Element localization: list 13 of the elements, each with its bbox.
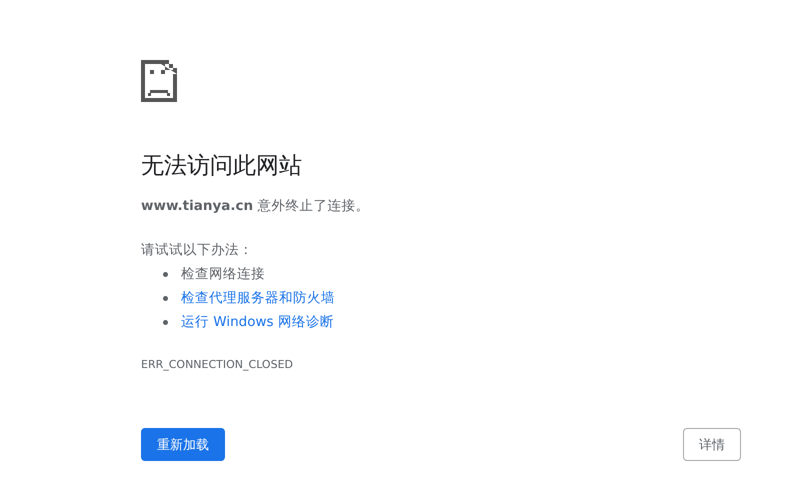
suggestion-link[interactable]: 检查代理服务器和防火墙 xyxy=(181,289,335,307)
sad-page-icon xyxy=(141,60,177,102)
bullet-icon xyxy=(163,296,168,300)
error-code: ERR_CONNECTION_CLOSED xyxy=(141,358,294,372)
suggestions-intro: 请试试以下办法： xyxy=(141,241,254,260)
error-summary: www.tianya.cn 意外终止了连接。 xyxy=(141,197,370,216)
reload-button[interactable]: 重新加载 xyxy=(141,428,225,461)
suggestion-text: 检查网络连接 xyxy=(181,265,265,283)
bullet-icon xyxy=(163,272,168,276)
error-heading: 无法访问此网站 xyxy=(141,152,303,181)
details-button[interactable]: 详情 xyxy=(683,428,741,461)
bullet-icon xyxy=(163,320,168,324)
suggestion-link[interactable]: 运行 Windows 网络诊断 xyxy=(181,313,334,331)
